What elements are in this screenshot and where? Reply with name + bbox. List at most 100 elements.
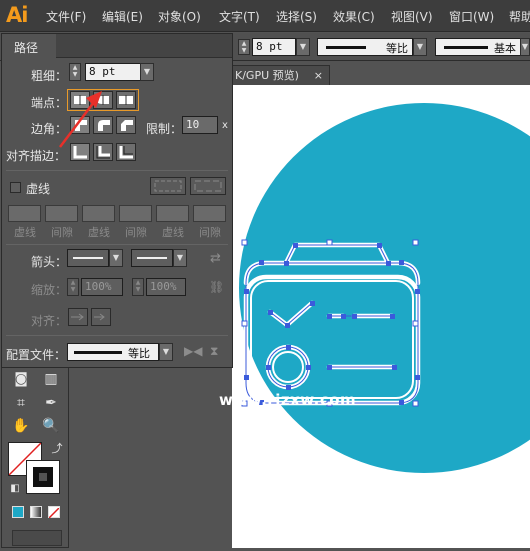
zoom-icon[interactable]: 🔍 xyxy=(40,415,62,437)
dash-field-1 xyxy=(8,205,41,222)
arrow-place-icon xyxy=(94,313,105,321)
brush-dropdown[interactable]: ▼ xyxy=(520,38,530,56)
dash-align-icon xyxy=(194,180,222,192)
limit-label: 限制： xyxy=(146,122,183,136)
arrow-place-button[interactable] xyxy=(91,308,111,326)
weight-label: 粗细： xyxy=(31,69,68,83)
artboard-icon[interactable]: ⌗ xyxy=(10,392,32,414)
menu-window[interactable]: 窗口(W) xyxy=(449,8,494,25)
app-logo: Ai xyxy=(6,3,28,27)
artwork xyxy=(239,103,530,473)
profile-label: 配置文件： xyxy=(6,348,67,362)
gradient-mode-button[interactable] xyxy=(30,506,42,518)
gap-field-3 xyxy=(193,205,226,222)
arrow-extend-icon xyxy=(71,313,84,321)
arrow-extend-button[interactable] xyxy=(68,308,88,326)
dash-preserve-button[interactable] xyxy=(150,177,186,195)
start-arrowhead-dropdown[interactable]: ▼ xyxy=(109,249,123,267)
close-tab-icon[interactable]: × xyxy=(314,66,323,85)
scale-label: 缩放： xyxy=(31,283,68,297)
dash-align-button[interactable] xyxy=(190,177,226,195)
limit-field[interactable]: 10 xyxy=(182,116,218,134)
scale-start-spinner[interactable]: ▲ ▼ xyxy=(67,278,79,296)
start-arrow-line xyxy=(73,257,103,259)
profile-select[interactable]: 等比 xyxy=(67,343,159,361)
dash-field-2 xyxy=(82,205,115,222)
gap-label-1: 间隙 xyxy=(51,226,73,239)
profile-line xyxy=(326,46,366,49)
weight-panel-dropdown[interactable]: ▼ xyxy=(140,63,154,81)
scale-end-spinner[interactable]: ▲ ▼ xyxy=(132,278,144,296)
start-arrowhead-select[interactable] xyxy=(67,249,109,267)
menu-view[interactable]: 视图(V) xyxy=(391,8,433,25)
stroke-panel: 路径 粗细： ▲ ▼ 8 pt ▼ 端点： 边角： 限制： 10 x 对齐描边： … xyxy=(1,33,233,368)
symbol-sprayer-icon[interactable]: ◙ xyxy=(10,368,32,390)
default-colors-icon[interactable]: ◧ xyxy=(4,478,26,500)
stroke-indicator-inner xyxy=(33,467,53,487)
end-arrowhead-dropdown[interactable]: ▼ xyxy=(173,249,187,267)
menu-file[interactable]: 文件(F) xyxy=(46,8,86,25)
weight-panel-spinner[interactable]: ▲ ▼ xyxy=(69,63,81,81)
dash-field-3 xyxy=(156,205,189,222)
swap-arrows-icon[interactable]: ⇄ xyxy=(210,251,221,266)
profile-select-line xyxy=(74,351,122,354)
profile-dropdown[interactable]: ▼ xyxy=(159,343,173,361)
menu-edit[interactable]: 编辑(E) xyxy=(102,8,143,25)
brush-definition[interactable]: 基本 xyxy=(435,38,521,56)
limit-unit: x xyxy=(222,120,228,131)
canvas[interactable] xyxy=(232,85,530,548)
menu-help[interactable]: 帮助 xyxy=(509,8,530,25)
end-arrowhead-select[interactable] xyxy=(131,249,173,267)
draw-mode-buttons[interactable] xyxy=(12,530,62,546)
gap-field-2 xyxy=(119,205,152,222)
scale-start-field[interactable]: 100% xyxy=(81,278,123,296)
eyedropper-icon[interactable]: ✒ xyxy=(40,392,62,414)
dash-label-2: 虚线 xyxy=(88,226,110,239)
panel-tab-path[interactable]: 路径 xyxy=(2,34,56,58)
dashed-label: 虚线 xyxy=(26,182,51,196)
hand-icon[interactable]: ✋ xyxy=(10,415,32,437)
variable-width-text: 等比 xyxy=(386,42,408,55)
stroke-weight-dropdown[interactable]: ▼ xyxy=(296,38,310,56)
align-outside-icon xyxy=(119,146,133,159)
menu-bar: Ai 文件(F) 编辑(E) 对象(O) 文字(T) 选择(S) 效果(C) 视… xyxy=(0,0,530,32)
menu-select[interactable]: 选择(S) xyxy=(276,8,317,25)
document-tab[interactable]: K/GPU 预览) × xyxy=(232,65,330,85)
variable-width-profile[interactable]: 等比 xyxy=(317,38,413,56)
brush-line xyxy=(444,46,488,49)
align-outside-button[interactable] xyxy=(116,143,136,161)
arrowhead-label: 箭头： xyxy=(31,255,68,269)
divider xyxy=(6,170,228,171)
projecting-cap-button[interactable] xyxy=(116,91,136,109)
link-scale-icon[interactable]: ⛓ xyxy=(209,280,224,294)
graph-icon[interactable]: ▥ xyxy=(40,368,62,390)
flip-along-icon[interactable]: ▶◀ xyxy=(184,344,202,358)
dash-label-1: 虚线 xyxy=(14,226,36,239)
weight-spinner[interactable]: ▲ ▼ xyxy=(238,39,250,55)
menu-type[interactable]: 文字(T) xyxy=(219,8,260,25)
stroke-indicator[interactable] xyxy=(26,460,60,494)
annotation-arrow xyxy=(59,91,102,148)
swap-fill-stroke-icon[interactable]: ⤴ xyxy=(46,438,68,460)
none-mode-button[interactable] xyxy=(48,506,60,519)
bevel-join-button[interactable] xyxy=(116,116,136,134)
dashed-checkbox[interactable] xyxy=(10,182,21,193)
tools-panel: ◙ ▥ ⌗ ✒ ✋ 🔍 ⤴ ◧ xyxy=(1,368,69,548)
watermark: www.rjzxw.com xyxy=(219,391,357,409)
projecting-cap-icon xyxy=(119,95,133,105)
scale-end-field[interactable]: 100% xyxy=(146,278,186,296)
gap-field-1 xyxy=(45,205,78,222)
dash-preserve-icon xyxy=(154,180,182,192)
bevel-join-icon xyxy=(121,120,133,131)
stroke-weight-field[interactable]: 8 pt xyxy=(252,38,296,56)
profile-select-text: 等比 xyxy=(128,347,150,360)
menu-object[interactable]: 对象(O) xyxy=(158,8,201,25)
gap-label-3: 间隙 xyxy=(199,226,221,239)
brush-text: 基本 xyxy=(494,42,516,55)
color-mode-button[interactable] xyxy=(12,506,24,518)
variable-width-dropdown[interactable]: ▼ xyxy=(413,38,427,56)
weight-panel-field[interactable]: 8 pt xyxy=(85,63,141,81)
flip-across-icon[interactable]: ⧗ xyxy=(210,344,218,359)
menu-effect[interactable]: 效果(C) xyxy=(333,8,375,25)
end-arrow-line xyxy=(137,257,167,259)
